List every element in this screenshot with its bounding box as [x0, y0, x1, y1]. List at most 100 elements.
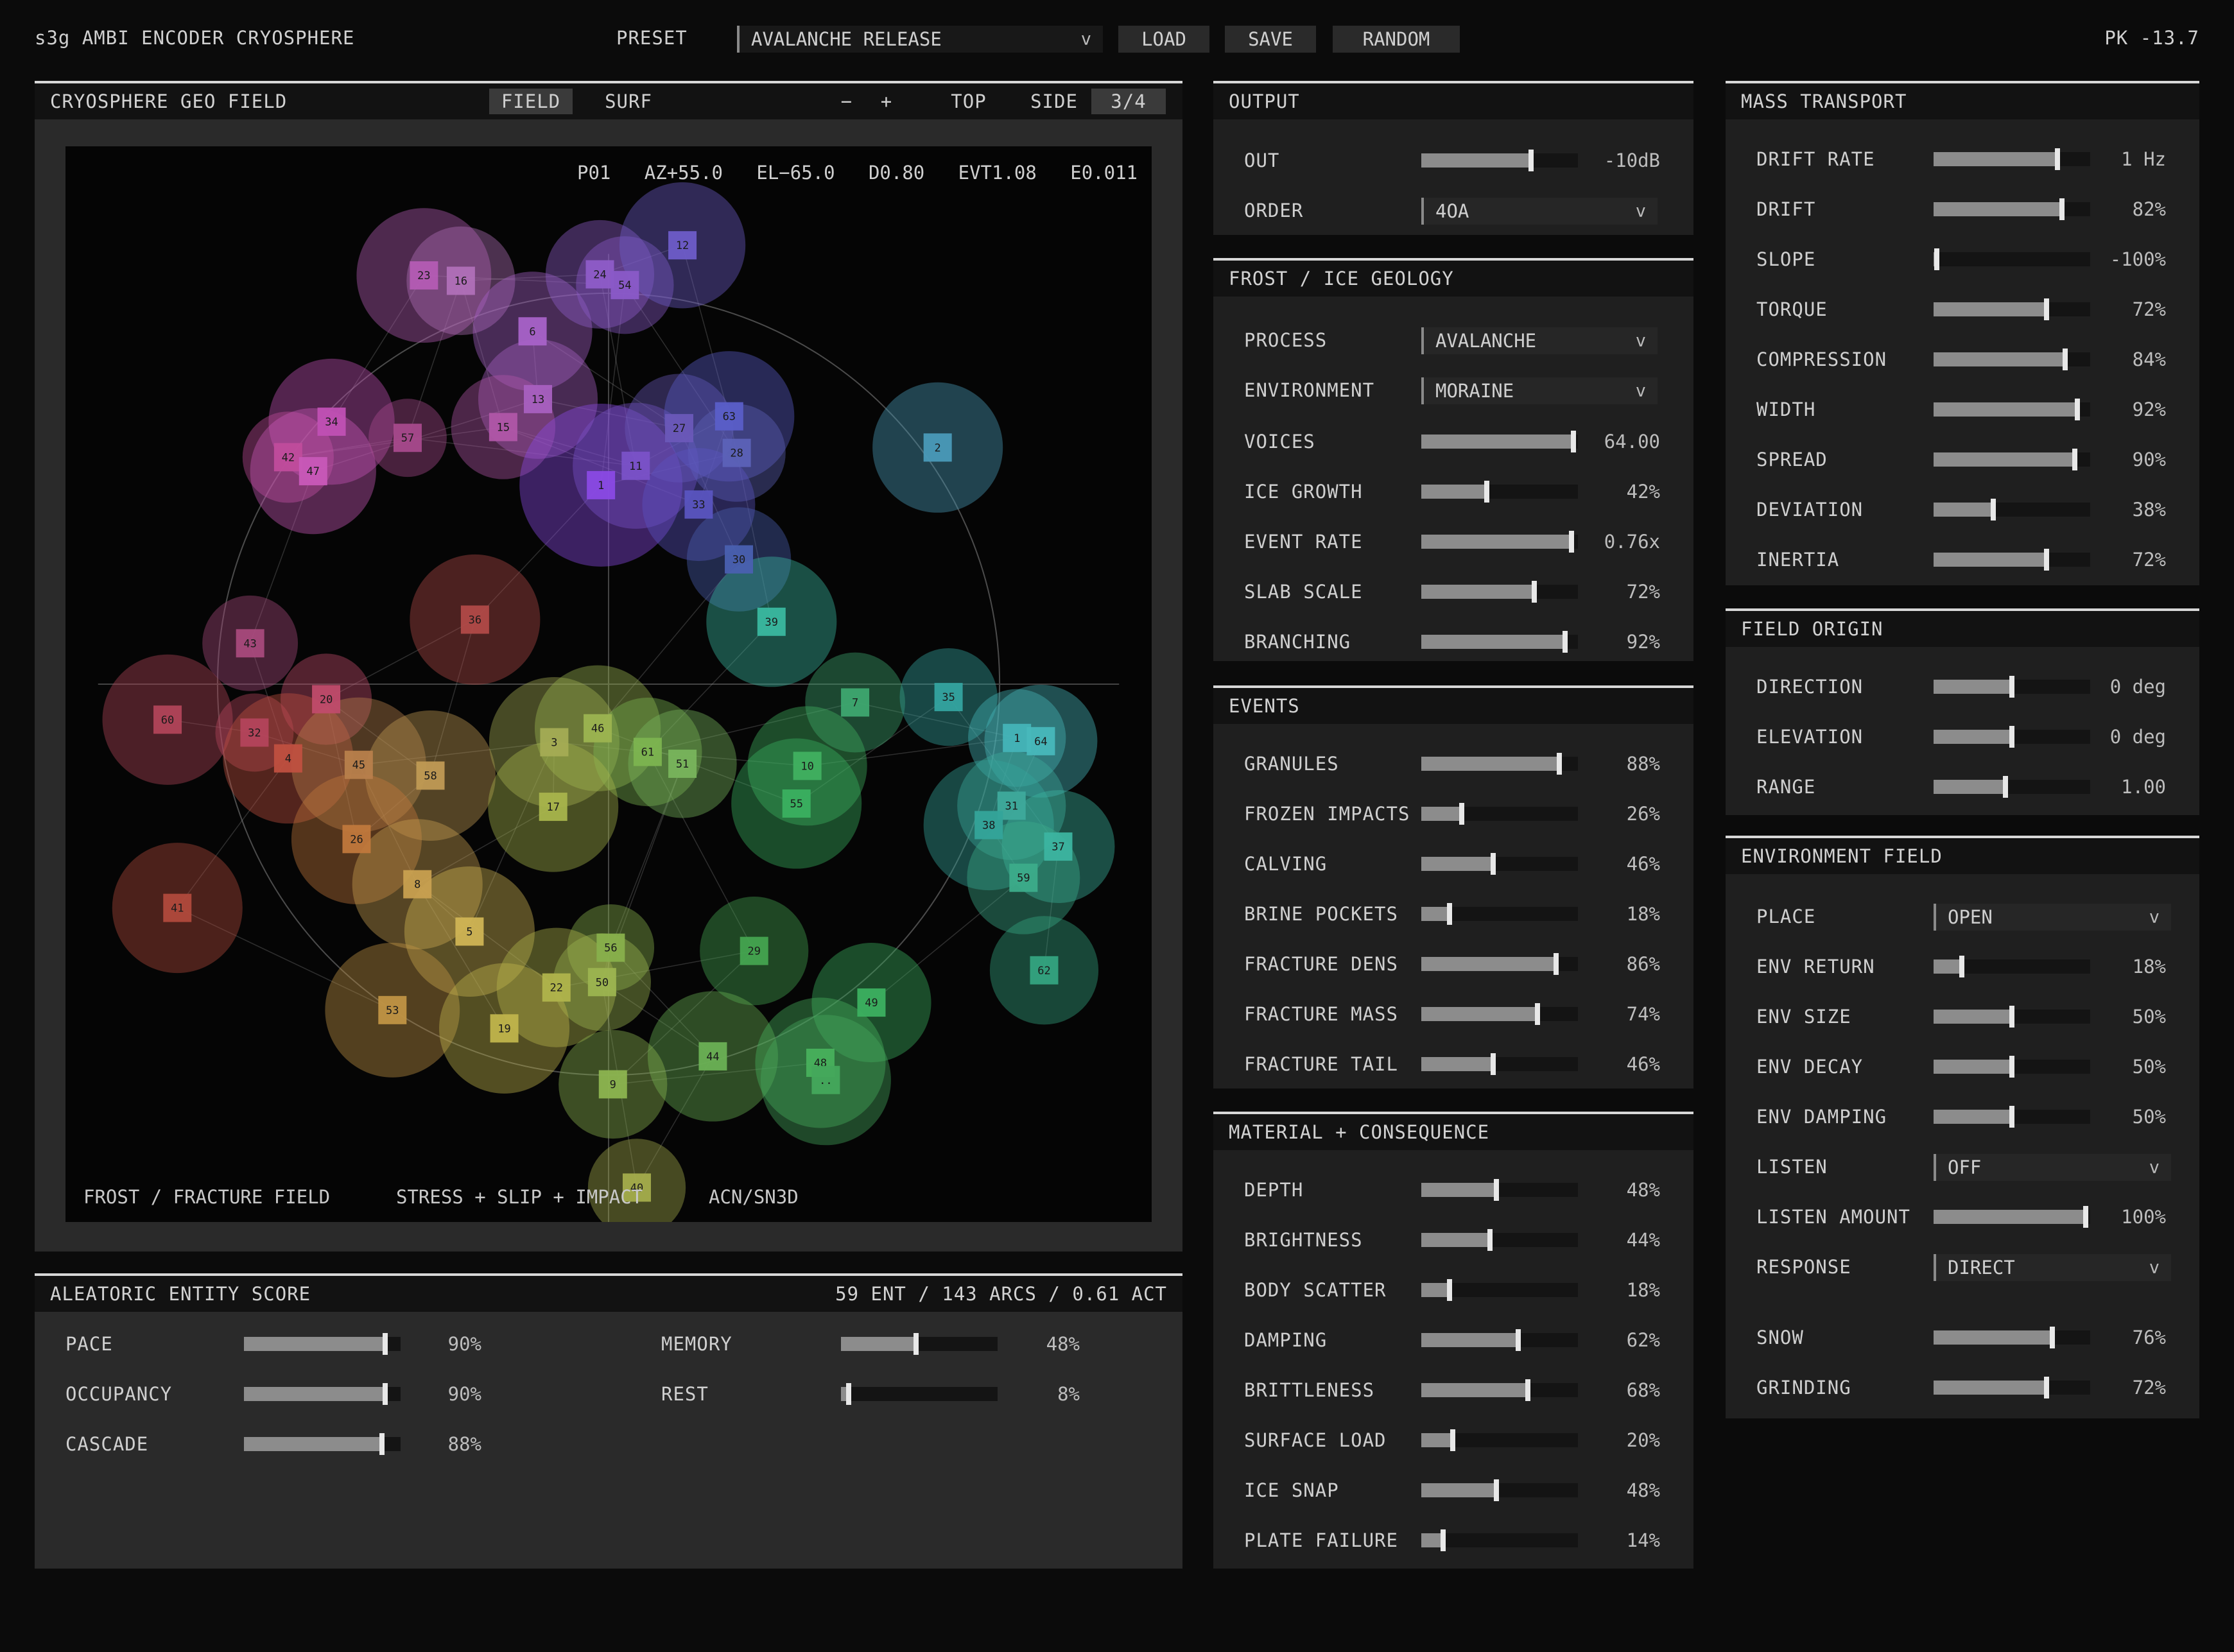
voices-slider[interactable]: [1421, 431, 1578, 452]
brightness-slider[interactable]: [1421, 1229, 1578, 1251]
response-dropdown[interactable]: DIRECT v: [1934, 1254, 2171, 1281]
brine-pockets-slider[interactable]: [1421, 903, 1578, 925]
calving-slider[interactable]: [1421, 853, 1578, 875]
body-scatter-slider[interactable]: [1421, 1279, 1578, 1301]
width-slider[interactable]: [1934, 399, 2090, 420]
compression-slider[interactable]: [1934, 348, 2090, 370]
slider-knob[interactable]: [1446, 1279, 1452, 1301]
entity-node[interactable]: 57: [393, 424, 422, 452]
entity-node[interactable]: 32: [240, 718, 269, 747]
slab-scale-slider[interactable]: [1421, 581, 1578, 603]
slider-knob[interactable]: [1450, 1429, 1455, 1451]
entity-node[interactable]: 20: [312, 685, 341, 714]
slider-knob[interactable]: [1528, 150, 1534, 171]
slider-knob[interactable]: [914, 1333, 919, 1355]
slider-knob[interactable]: [1556, 753, 1562, 775]
entity-node[interactable]: 59: [1009, 863, 1038, 892]
slider-knob[interactable]: [382, 1383, 388, 1405]
env-decay-slider[interactable]: [1934, 1056, 2090, 1078]
damping-slider[interactable]: [1421, 1329, 1578, 1351]
save-button[interactable]: SAVE: [1225, 26, 1316, 53]
slider-knob[interactable]: [2075, 399, 2081, 420]
entity-node[interactable]: 11: [621, 451, 650, 480]
fracture-dens-slider[interactable]: [1421, 953, 1578, 975]
listen-amount-slider[interactable]: [1934, 1206, 2090, 1228]
slider-knob[interactable]: [2003, 776, 2009, 798]
entity-node[interactable]: 58: [416, 761, 445, 790]
fracture-mass-slider[interactable]: [1421, 1003, 1578, 1025]
tab-field[interactable]: FIELD: [489, 89, 573, 114]
process-dropdown[interactable]: AVALANCHE v: [1421, 327, 1658, 354]
pace-slider[interactable]: [244, 1333, 401, 1355]
slider-knob[interactable]: [2043, 549, 2049, 571]
plate-failure-slider[interactable]: [1421, 1529, 1578, 1551]
occupancy-slider[interactable]: [244, 1383, 401, 1405]
entity-node[interactable]: 16: [446, 266, 475, 295]
out-slider[interactable]: [1421, 150, 1578, 171]
place-dropdown[interactable]: OPEN v: [1934, 904, 2171, 931]
entity-node[interactable]: 60: [153, 705, 182, 734]
entity-node[interactable]: 36: [460, 605, 489, 634]
entity-node[interactable]: 19: [490, 1014, 519, 1043]
entity-node[interactable]: 61: [633, 737, 662, 766]
entity-node[interactable]: 6: [518, 317, 547, 346]
event-rate-slider[interactable]: [1421, 531, 1578, 553]
slider-knob[interactable]: [1516, 1329, 1521, 1351]
deviation-slider[interactable]: [1934, 499, 2090, 521]
slider-knob[interactable]: [1525, 1379, 1530, 1401]
listen-dropdown[interactable]: OFF v: [1934, 1154, 2171, 1181]
branching-slider[interactable]: [1421, 631, 1578, 653]
entity-node[interactable]: 9: [598, 1070, 627, 1099]
slider-knob[interactable]: [1570, 431, 1576, 452]
depth-slider[interactable]: [1421, 1179, 1578, 1201]
slider-knob[interactable]: [1487, 1229, 1493, 1251]
zoom-out-button[interactable]: −: [831, 89, 863, 114]
entity-node[interactable]: 5: [455, 917, 484, 946]
slider-knob[interactable]: [2082, 1206, 2088, 1228]
slider-knob[interactable]: [1491, 853, 1496, 875]
field-canvas[interactable]: 23 16 6 24 54 12 13 15 34 42 47 57 1 11 27 63 28 33 30 2 36 3…: [65, 146, 1152, 1237]
entity-node[interactable]: 8: [403, 870, 432, 899]
slider-knob[interactable]: [2054, 148, 2060, 170]
slider-knob[interactable]: [1484, 481, 1490, 503]
slope-slider[interactable]: [1934, 248, 2090, 270]
range-slider[interactable]: [1934, 776, 2090, 798]
elevation-slider[interactable]: [1934, 726, 2090, 748]
memory-slider[interactable]: [841, 1333, 998, 1355]
inertia-slider[interactable]: [1934, 549, 2090, 571]
slider-knob[interactable]: [2043, 298, 2049, 320]
slider-knob[interactable]: [2009, 1056, 2014, 1078]
entity-node[interactable]: 51: [668, 750, 697, 779]
entity-node[interactable]: 43: [236, 629, 264, 658]
preset-dropdown[interactable]: AVALANCHE RELEASE v: [737, 26, 1103, 53]
entity-node[interactable]: 24: [585, 260, 614, 289]
slider-knob[interactable]: [1446, 903, 1452, 925]
field-visualization[interactable]: 23 1662454121315344247571112763283330236 3…: [65, 146, 1152, 1237]
slider-knob[interactable]: [1494, 1179, 1500, 1201]
entity-node[interactable]: 15: [489, 413, 517, 442]
zoom-in-button[interactable]: +: [870, 89, 903, 114]
drift-rate-slider[interactable]: [1934, 148, 2090, 170]
view-34-button[interactable]: 3/4: [1091, 89, 1166, 114]
granules-slider[interactable]: [1421, 753, 1578, 775]
slider-knob[interactable]: [1959, 956, 1964, 977]
env-size-slider[interactable]: [1934, 1006, 2090, 1028]
ice-growth-slider[interactable]: [1421, 481, 1578, 503]
slider-knob[interactable]: [2009, 726, 2014, 748]
entity-node[interactable]: 17: [539, 793, 567, 822]
grinding-slider[interactable]: [1934, 1377, 2090, 1398]
entity-node[interactable]: 64: [1026, 727, 1055, 755]
entity-node[interactable]: 35: [934, 683, 963, 712]
entity-node[interactable]: ..: [811, 1065, 840, 1094]
entity-node[interactable]: 49: [857, 988, 886, 1017]
entity-node[interactable]: 50: [587, 968, 616, 997]
view-side-button[interactable]: SIDE: [1016, 89, 1093, 114]
entity-node[interactable]: 44: [698, 1042, 727, 1071]
entity-node[interactable]: 30: [725, 545, 754, 574]
ice-snap-slider[interactable]: [1421, 1479, 1578, 1501]
torque-slider[interactable]: [1934, 298, 2090, 320]
fracture-tail-slider[interactable]: [1421, 1053, 1578, 1075]
slider-knob[interactable]: [1990, 499, 1996, 521]
drift-slider[interactable]: [1934, 198, 2090, 220]
entity-node[interactable]: 7: [841, 688, 870, 717]
